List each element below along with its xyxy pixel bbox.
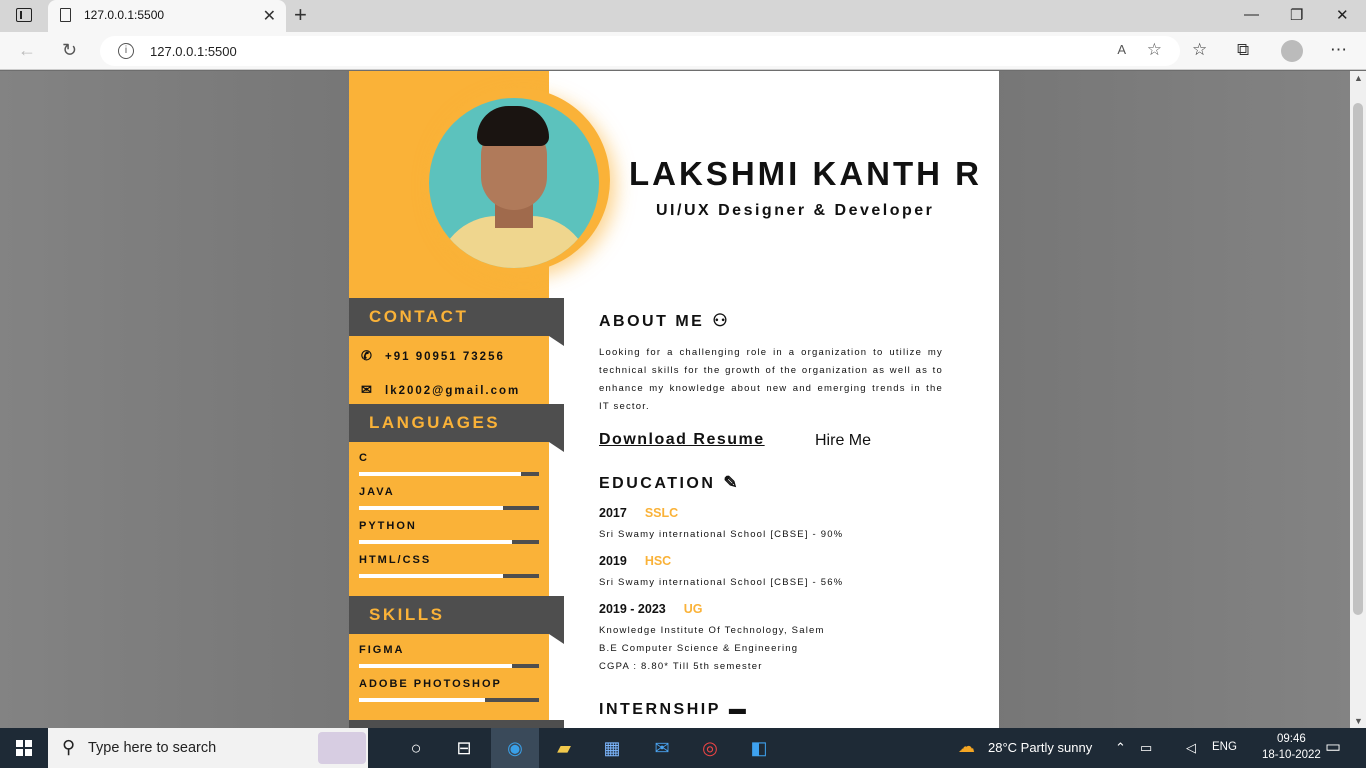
skills-heading: SKILLS — [349, 596, 564, 644]
education-detail: Knowledge Institute Of Technology, Salem — [599, 625, 825, 636]
favorites-icon[interactable]: ☆ — [1192, 40, 1207, 60]
back-icon[interactable]: ← — [18, 40, 36, 61]
language-bar — [359, 540, 539, 544]
phone-text: +91 90951 73256 — [385, 351, 505, 363]
browser-tab-bar: 127.0.0.1:5500 ✕ + — ❐ ✕ — [0, 0, 1366, 32]
profile-avatar[interactable] — [1281, 40, 1303, 62]
read-aloud-icon[interactable]: A — [1117, 42, 1126, 57]
search-placeholder: Type here to search — [88, 740, 217, 756]
education-heading: EDUCATION ✎ — [599, 473, 741, 492]
new-tab-button[interactable]: + — [294, 2, 307, 28]
education-detail: Sri Swamy international School [CBSE] - … — [599, 529, 844, 540]
language-label: PYTHON — [359, 520, 417, 532]
education-degree: HSC — [644, 554, 672, 568]
cortana-icon[interactable]: ○ — [404, 736, 428, 760]
page-viewport: LAKSHMI KANTH R UI/UX Designer & Develop… — [0, 71, 1350, 728]
download-resume-link[interactable]: Download Resume — [599, 431, 765, 449]
more-menu-icon[interactable]: ⋯ — [1330, 40, 1347, 60]
edge-icon[interactable]: ◉ — [491, 728, 539, 768]
scrollbar-thumb[interactable] — [1353, 103, 1363, 615]
show-hidden-icons[interactable]: ⌃ — [1115, 740, 1126, 756]
next-section-heading — [349, 720, 564, 728]
close-tab-icon[interactable]: ✕ — [263, 6, 276, 26]
skill-label: ADOBE PHOTOSHOP — [359, 678, 502, 690]
url-text[interactable]: 127.0.0.1:5500 — [150, 44, 237, 59]
clock-date: 18-10-2022 — [1262, 749, 1321, 761]
minimize-icon[interactable]: — — [1244, 6, 1259, 23]
education-year: 2019 HSC — [599, 554, 672, 568]
store-icon[interactable]: ▦ — [600, 736, 624, 760]
contact-phone: ✆ +91 90951 73256 — [361, 348, 505, 364]
windows-taskbar: ⚲ Type here to search ○ ⊟ ◉ ▰ ▦ ✉ ◎ ◧ ☁ … — [0, 728, 1366, 768]
chrome-icon[interactable]: ◎ — [698, 736, 722, 760]
page-icon — [60, 8, 71, 22]
input-language[interactable]: ENG — [1212, 741, 1237, 753]
add-favorite-icon[interactable]: ☆ — [1147, 40, 1162, 60]
tab-title: 127.0.0.1:5500 — [84, 8, 165, 22]
resume-page: LAKSHMI KANTH R UI/UX Designer & Develop… — [349, 71, 999, 728]
language-label: C — [359, 452, 369, 464]
mail-icon[interactable]: ✉ — [650, 736, 674, 760]
collections-icon[interactable]: ⧉ — [1237, 40, 1249, 60]
volume-muted-icon[interactable]: ◁ — [1186, 740, 1196, 756]
education-degree: SSLC — [644, 506, 679, 520]
weather-icon[interactable]: ☁ — [958, 737, 975, 757]
resume-name: LAKSHMI KANTH R — [629, 155, 982, 192]
site-info-icon[interactable]: i — [118, 43, 134, 59]
pencil-icon: ✎ — [723, 473, 741, 492]
phone-icon: ✆ — [361, 348, 374, 363]
window-menu-icon[interactable] — [16, 8, 32, 22]
resume-role: UI/UX Designer & Developer — [656, 202, 935, 219]
language-label: HTML/CSS — [359, 554, 432, 566]
skill-bar — [359, 664, 539, 668]
search-highlight-image — [318, 732, 366, 764]
notifications-icon[interactable]: ▭ — [1325, 737, 1341, 757]
language-bar — [359, 472, 539, 476]
search-icon: ⚲ — [62, 737, 76, 757]
taskbar-clock[interactable]: 09:46 18-10-2022 — [1262, 731, 1321, 763]
language-bar — [359, 574, 539, 578]
contact-heading: CONTACT — [349, 298, 564, 346]
scroll-down-icon[interactable]: ▼ — [1354, 716, 1363, 726]
education-year: 2019 - 2023 UG — [599, 602, 703, 616]
language-label: JAVA — [359, 486, 395, 498]
vscode-icon[interactable]: ◧ — [747, 736, 771, 760]
skill-bar — [359, 698, 539, 702]
close-window-icon[interactable]: ✕ — [1336, 6, 1349, 24]
scroll-up-icon[interactable]: ▲ — [1354, 73, 1363, 83]
languages-heading: LANGUAGES — [349, 404, 564, 452]
windows-start-button[interactable] — [16, 740, 32, 756]
email-icon: ✉ — [361, 382, 374, 397]
profile-photo — [429, 98, 599, 268]
contact-email: ✉ lk2002@gmail.com — [361, 382, 520, 398]
about-heading: ABOUT ME ⚇ — [599, 311, 731, 330]
weather-text[interactable]: 28°C Partly sunny — [988, 740, 1092, 755]
refresh-icon[interactable]: ↻ — [62, 40, 77, 61]
person-icon: ⚇ — [712, 311, 731, 330]
address-input[interactable]: i 127.0.0.1:5500 A ☆ — [100, 36, 1180, 66]
folder-icon: ▬ — [728, 699, 749, 718]
file-explorer-icon[interactable]: ▰ — [552, 736, 576, 760]
address-bar-row: ← ↻ i 127.0.0.1:5500 A ☆ — [0, 32, 1366, 70]
education-detail: CGPA : 8.80* Till 5th semester — [599, 661, 763, 672]
page-scrollbar[interactable]: ▲ ▼ — [1350, 71, 1366, 728]
education-year: 2017 SSLC — [599, 506, 679, 520]
browser-tab[interactable]: 127.0.0.1:5500 ✕ — [48, 0, 286, 32]
internship-heading: INTERNSHIP ▬ — [599, 699, 749, 718]
network-icon[interactable]: ▭ — [1140, 740, 1152, 756]
skill-label: FIGMA — [359, 644, 405, 656]
taskbar-search-input[interactable]: ⚲ Type here to search — [48, 728, 368, 768]
clock-time: 09:46 — [1277, 733, 1306, 745]
hire-me-button[interactable]: Hire Me — [815, 432, 871, 450]
restore-icon[interactable]: ❐ — [1290, 6, 1303, 24]
education-detail: B.E Computer Science & Engineering — [599, 643, 799, 654]
education-detail: Sri Swamy international School [CBSE] - … — [599, 577, 844, 588]
education-degree: UG — [683, 602, 703, 616]
task-view-icon[interactable]: ⊟ — [452, 736, 476, 760]
language-bar — [359, 506, 539, 510]
about-text: Looking for a challenging role in a orga… — [599, 347, 943, 412]
email-text: lk2002@gmail.com — [385, 385, 521, 397]
